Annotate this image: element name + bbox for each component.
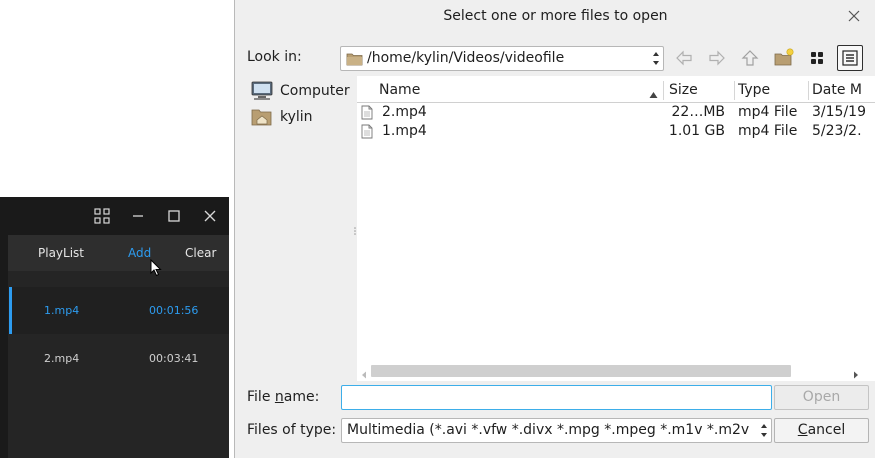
file-icon bbox=[361, 124, 373, 143]
spin-arrows-icon bbox=[652, 50, 660, 67]
playlist-item-duration: 00:01:56 bbox=[149, 304, 199, 317]
file-name-label-mnemonic: n bbox=[274, 389, 284, 405]
look-in-path: /home/kylin/Videos/videofile bbox=[367, 50, 565, 66]
dialog-title: Select one or more files to open bbox=[443, 8, 668, 24]
file-name-label-text-end: ame: bbox=[283, 389, 320, 405]
sidebar-item-computer[interactable]: Computer bbox=[247, 79, 352, 103]
scroll-left-icon[interactable] bbox=[361, 367, 367, 383]
column-divider[interactable] bbox=[663, 81, 664, 100]
file-name-label-text: File bbox=[247, 389, 275, 405]
table-row[interactable]: 1.mp4 1.01 GB mp4 File 5/23/2. bbox=[357, 122, 875, 141]
close-icon[interactable] bbox=[200, 206, 220, 226]
media-player-window: PlayList Add Clear 1.mp4 00:01:56 2.mp4 … bbox=[0, 197, 229, 458]
file-name: 1.mp4 bbox=[382, 123, 427, 139]
add-button[interactable]: Add bbox=[128, 235, 151, 271]
horizontal-scrollbar[interactable] bbox=[357, 362, 875, 380]
files-of-type-label: Files of type: bbox=[247, 422, 337, 438]
close-icon[interactable] bbox=[845, 7, 863, 25]
desktop: PlayList Add Clear 1.mp4 00:01:56 2.mp4 … bbox=[0, 0, 875, 458]
file-name-label: File name: bbox=[247, 389, 319, 405]
home-folder-icon bbox=[251, 107, 273, 131]
file-name: 2.mp4 bbox=[382, 104, 427, 120]
cancel-button[interactable]: Cancel bbox=[774, 418, 869, 443]
playlist-item-name: 1.mp4 bbox=[44, 304, 80, 317]
open-button[interactable]: Open bbox=[774, 385, 869, 410]
cancel-mnemonic: C bbox=[797, 422, 808, 438]
back-icon[interactable] bbox=[671, 45, 697, 71]
file-type: mp4 File bbox=[738, 123, 798, 139]
sidebar-item-label: Computer bbox=[280, 83, 350, 99]
tab-playlist[interactable]: PlayList bbox=[38, 235, 84, 271]
player-titlebar bbox=[0, 197, 229, 235]
file-date: 5/23/2. bbox=[812, 123, 862, 139]
files-of-type-value: Multimedia (*.avi *.vfw *.divx *.mpg *.m… bbox=[347, 422, 753, 438]
detail-view-icon[interactable] bbox=[837, 45, 863, 71]
spin-arrows-icon bbox=[760, 422, 768, 439]
playlist-item[interactable]: 1.mp4 00:01:56 bbox=[8, 287, 229, 334]
folder-icon bbox=[346, 51, 364, 71]
scroll-right-icon[interactable] bbox=[853, 367, 859, 383]
table-row[interactable]: 2.mp4 22…MB mp4 File 3/15/19 bbox=[357, 103, 875, 122]
playlist-panel: PlayList Add Clear 1.mp4 00:01:56 2.mp4 … bbox=[8, 235, 229, 458]
sidebar-item-label: kylin bbox=[280, 109, 313, 125]
files-of-type-combo[interactable]: Multimedia (*.avi *.vfw *.divx *.mpg *.m… bbox=[341, 418, 772, 443]
sidebar-item-kylin[interactable]: kylin bbox=[247, 105, 352, 129]
column-header-name[interactable]: Name bbox=[379, 78, 659, 103]
column-divider[interactable] bbox=[734, 81, 735, 100]
current-item-indicator bbox=[9, 287, 12, 334]
playlist-item-name: 2.mp4 bbox=[44, 352, 80, 365]
maximize-icon[interactable] bbox=[164, 206, 184, 226]
forward-icon[interactable] bbox=[704, 45, 730, 71]
new-folder-icon[interactable] bbox=[771, 45, 797, 71]
sort-ascending-icon bbox=[649, 87, 658, 103]
scrollbar-thumb[interactable] bbox=[371, 365, 791, 377]
playlist-item-duration: 00:03:41 bbox=[149, 352, 199, 365]
parent-directory-icon[interactable] bbox=[737, 45, 763, 71]
file-size: 22…MB bbox=[671, 104, 726, 120]
grid-icon[interactable] bbox=[92, 206, 112, 226]
file-name-input[interactable] bbox=[341, 385, 772, 410]
column-header-size[interactable]: Size bbox=[669, 78, 731, 103]
column-divider[interactable] bbox=[808, 81, 809, 100]
column-header-date[interactable]: Date M bbox=[812, 78, 875, 103]
clear-button[interactable]: Clear bbox=[185, 235, 216, 271]
look-in-combo[interactable]: /home/kylin/Videos/videofile bbox=[340, 46, 664, 71]
file-type: mp4 File bbox=[738, 104, 798, 120]
file-list: Name Size Type Date M 2.mp4 22…MB mp4 Fi… bbox=[357, 76, 875, 381]
file-size: 1.01 GB bbox=[668, 123, 725, 139]
playlist-tabbar: PlayList Add Clear bbox=[8, 235, 229, 271]
file-date: 3/15/19 bbox=[812, 104, 866, 120]
look-in-label: Look in: bbox=[247, 49, 302, 65]
mouse-cursor-icon bbox=[150, 258, 162, 281]
column-header-type[interactable]: Type bbox=[738, 78, 806, 103]
file-list-header: Name Size Type Date M bbox=[357, 78, 875, 103]
computer-icon bbox=[251, 81, 273, 105]
places-sidebar: Computer kylin bbox=[247, 76, 352, 366]
file-open-dialog: Select one or more files to open Look in… bbox=[234, 0, 875, 458]
playlist-item[interactable]: 2.mp4 00:03:41 bbox=[8, 335, 229, 382]
icon-view-icon[interactable] bbox=[804, 45, 830, 71]
cancel-label: ancel bbox=[807, 422, 846, 438]
minimize-icon[interactable] bbox=[128, 206, 148, 226]
